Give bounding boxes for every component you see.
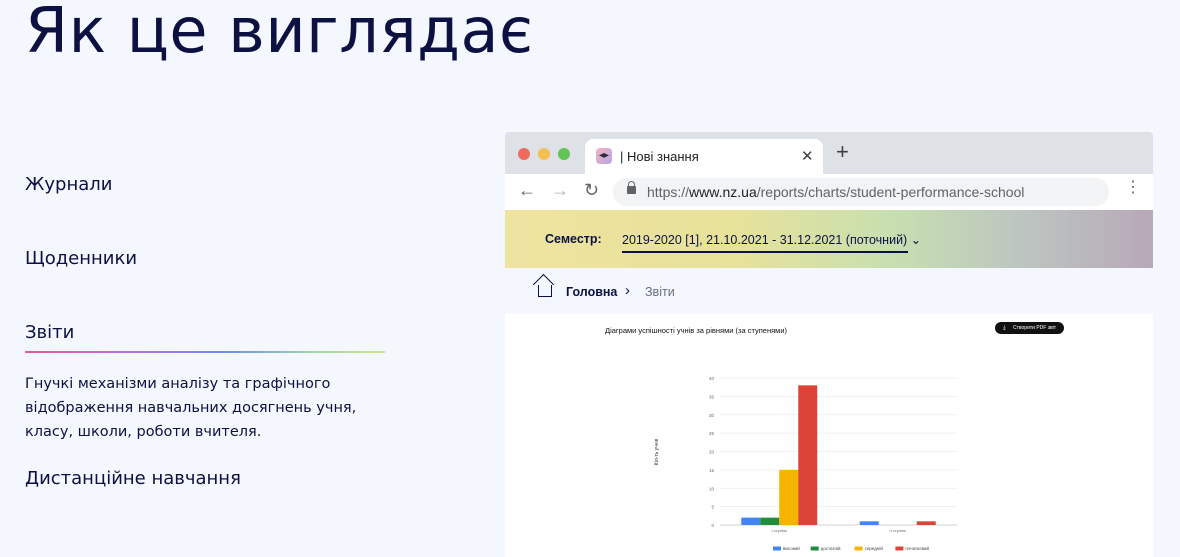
active-item-description: Гнучкі механізми аналізу та графічного в… [25, 376, 357, 440]
download-icon: ⤓ [1003, 325, 1006, 331]
menu-item-reports[interactable]: Звіти [25, 322, 74, 343]
url-text[interactable]: https://www.nz.ua/reports/charts/student… [647, 184, 1024, 200]
performance-chart: 0 5 10 15 20 25 30 35 40 Кіл-ть учнів І ступінь ІІ … [654, 376, 957, 551]
legend-entry: середній [865, 545, 884, 551]
y-tick-label: 5 [711, 505, 714, 510]
browser-tab[interactable]: | Нові знання ✕ [585, 139, 823, 174]
menu-item-distance-learning[interactable]: Дистанційне навчання [25, 468, 241, 489]
breadcrumb: Головна › Звіти [505, 268, 1153, 314]
y-tick-label: 0 [711, 523, 714, 528]
breadcrumb-home[interactable]: Головна [566, 285, 617, 299]
x-tick-label: ІІ ступінь [889, 528, 906, 533]
bar-3-0 [798, 385, 818, 525]
y-tick-label: 10 [709, 486, 715, 491]
chart-title: Діаграми успішності учнів за рівнями (за… [605, 326, 788, 335]
window-minimize-dot[interactable] [538, 148, 550, 160]
bar-0-1 [859, 521, 879, 525]
create-pdf-button[interactable]: ⤓ Створити PDF звіт [995, 322, 1065, 334]
semester-select-underline [622, 251, 908, 253]
y-tick-label: 30 [709, 413, 715, 418]
y-tick-label: 35 [709, 394, 715, 399]
y-tick-label: 15 [709, 468, 715, 473]
legend-entry: високий [783, 545, 800, 551]
window-maximize-dot[interactable] [558, 148, 570, 160]
semester-bar: Семестр: 2019-2020 [1], 21.10.2021 - 31.… [505, 210, 1153, 268]
bar-3-1 [916, 521, 936, 525]
browser-menu-icon[interactable]: ⋮ [1125, 180, 1141, 196]
home-icon[interactable] [538, 285, 552, 297]
menu-item-diaries[interactable]: Щоденники [25, 248, 137, 269]
x-tick-label: І ступінь [772, 528, 787, 533]
browser-window: | Нові знання ✕ + ← → ↻ https://www.nz.u… [505, 132, 1153, 557]
legend-swatch [773, 546, 781, 551]
y-tick-label: 25 [709, 431, 715, 436]
legend-swatch [810, 546, 819, 551]
breadcrumb-current: Звіти [645, 285, 675, 299]
page-title: Як це виглядає [25, 0, 534, 67]
url-path: /reports/charts/student-performance-scho… [756, 184, 1025, 200]
tab-close-icon[interactable]: ✕ [801, 147, 814, 165]
report-content: 0 5 10 15 20 25 30 35 40 Кіл-ть учнів І ступінь ІІ … [505, 314, 1153, 557]
bar-1-0 [760, 517, 780, 525]
reload-icon[interactable]: ↻ [584, 180, 599, 201]
legend-entry: достатній [821, 545, 841, 551]
window-close-dot[interactable] [518, 148, 530, 160]
site-favicon-icon [596, 148, 612, 164]
url-host: www.nz.ua [689, 184, 757, 200]
semester-label: Семестр: [545, 232, 602, 246]
legend-swatch [854, 546, 863, 551]
browser-tab-bar: | Нові знання ✕ + [505, 132, 1153, 174]
lock-icon[interactable] [627, 181, 636, 194]
forward-arrow-icon[interactable]: → [551, 180, 569, 201]
legend-entry: початковий [905, 545, 929, 551]
tab-title: | Нові знання [620, 149, 699, 164]
y-tick-label: 40 [709, 376, 715, 381]
bar-0-0 [741, 517, 761, 525]
url-scheme: https:// [647, 184, 690, 200]
new-tab-icon[interactable]: + [836, 141, 849, 163]
chevron-right-icon: › [625, 282, 630, 299]
legend-swatch [895, 546, 904, 551]
y-tick-label: 20 [709, 450, 715, 455]
create-pdf-label: Створити PDF звіт [1013, 325, 1057, 331]
bar-2-0 [779, 469, 799, 525]
back-arrow-icon[interactable]: ← [518, 180, 536, 201]
browser-toolbar: ← → ↻ https://www.nz.ua/reports/charts/s… [505, 174, 1153, 210]
menu-item-journals[interactable]: Журнали [25, 174, 112, 195]
address-bar[interactable]: https://www.nz.ua/reports/charts/student… [613, 178, 1109, 206]
semester-select[interactable]: 2019-2020 [1], 21.10.2021 - 31.12.2021 (… [622, 232, 921, 247]
active-item-underline [25, 351, 385, 353]
y-axis-label: Кіл-ть учнів [654, 438, 660, 465]
